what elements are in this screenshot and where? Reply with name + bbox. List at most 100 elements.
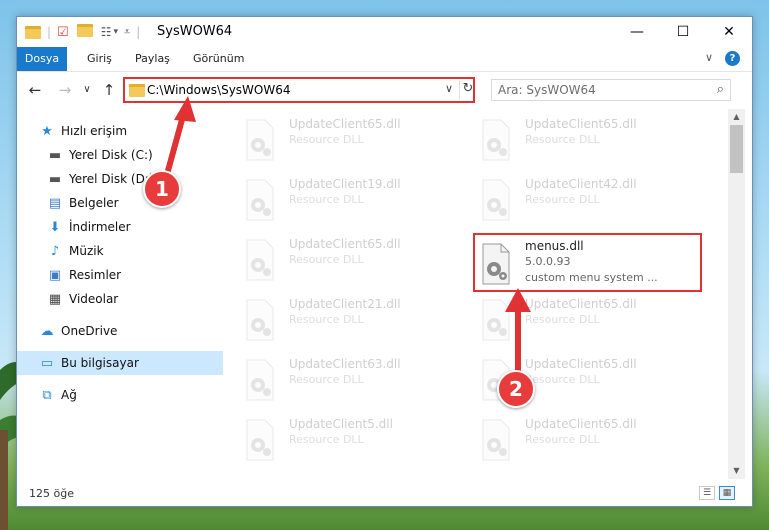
list-item[interactable]: UpdateClient65.dll Resource DLL <box>233 111 453 165</box>
status-bar: 125 öğe ☰ ▦ <box>17 481 752 506</box>
pictures-icon: ▣ <box>48 267 62 283</box>
forward-button[interactable]: → <box>55 81 75 99</box>
file-name: UpdateClient65.dll <box>525 417 637 431</box>
address-row: ← → ∨ ↑ C:\Windows\SysWOW64 ∨ ↻ Ara: Sys… <box>17 73 752 107</box>
file-description: Resource DLL <box>289 313 364 326</box>
window-title: SysWOW64 <box>157 24 233 39</box>
list-item[interactable]: UpdateClient65.dll Resource DLL <box>233 231 453 285</box>
help-icon[interactable]: ? <box>725 51 740 66</box>
folder-icon <box>25 25 41 39</box>
file-name: UpdateClient65.dll <box>525 357 637 371</box>
sidebar-item-documents[interactable]: ▤ Belgeler 📌 <box>17 191 241 215</box>
title-bar: | ☑ ☷ ▾ ⩡ | SysWOW64 — ☐ ✕ <box>17 17 752 47</box>
sidebar-item-label: İndirmeler <box>69 220 131 234</box>
file-description: Resource DLL <box>525 133 600 146</box>
dll-file-icon <box>482 419 510 461</box>
tab-dosya[interactable]: Dosya <box>17 47 67 71</box>
vertical-scrollbar[interactable]: ▲ ▼ <box>728 109 745 479</box>
customize-view-icon[interactable]: ☷ <box>101 25 112 39</box>
scroll-up-arrow-icon[interactable]: ▲ <box>728 109 745 125</box>
file-name: UpdateClient65.dll <box>289 237 401 251</box>
dropdown-arrow-icon[interactable]: ▾ <box>113 27 118 37</box>
address-history-chevron-icon[interactable]: ∨ <box>445 82 453 95</box>
large-icons-view-icon[interactable]: ▦ <box>719 486 735 500</box>
recent-locations-button[interactable]: ∨ <box>77 81 97 99</box>
sidebar-item-videos[interactable]: ▦ Videolar 📌 <box>17 287 241 311</box>
back-button[interactable]: ← <box>25 81 45 99</box>
file-name: UpdateClient5.dll <box>289 417 393 431</box>
sidebar-item-label: Müzik <box>69 244 104 258</box>
file-description: Resource DLL <box>289 253 364 266</box>
file-name: UpdateClient65.dll <box>289 117 401 131</box>
file-explorer-window: | ☑ ☷ ▾ ⩡ | SysWOW64 — ☐ ✕ Dosya Giriş P… <box>16 16 753 507</box>
list-item[interactable]: UpdateClient21.dll Resource DLL <box>233 291 453 345</box>
file-description: Resource DLL <box>525 313 600 326</box>
file-name: UpdateClient42.dll <box>525 177 637 191</box>
file-list: UpdateClient65.dll Resource DLL UpdateCl… <box>223 109 728 479</box>
scrollbar-thumb[interactable] <box>730 125 743 173</box>
toolbar-separator: | <box>47 25 52 39</box>
file-description: Resource DLL <box>525 193 600 206</box>
sidebar-item-quick-access[interactable]: ★ Hızlı erişim <box>17 119 233 143</box>
videos-icon: ▦ <box>48 291 62 307</box>
sidebar-item-downloads[interactable]: ⬇ İndirmeler 📌 <box>17 215 241 239</box>
folder-icon <box>129 84 145 97</box>
dll-file-icon <box>246 419 274 461</box>
list-item[interactable]: UpdateClient5.dll Resource DLL <box>233 411 453 465</box>
sidebar-item-label: Yerel Disk (C:) <box>69 148 153 162</box>
toolbar-separator: | <box>136 25 141 39</box>
up-button[interactable]: ↑ <box>99 81 119 99</box>
search-icon[interactable]: ⌕ <box>717 82 724 97</box>
item-count: 125 öğe <box>29 487 74 500</box>
sidebar-item-onedrive[interactable]: ☁ OneDrive <box>17 319 233 343</box>
file-description: Resource DLL <box>289 433 364 446</box>
search-input[interactable]: Ara: SysWOW64 ⌕ <box>491 79 731 101</box>
file-description: Resource DLL <box>289 373 364 386</box>
sidebar-item-music[interactable]: ♪ Müzik 📌 <box>17 239 241 263</box>
list-item[interactable]: UpdateClient65.dll Resource DLL <box>469 111 689 165</box>
step-1-badge: 1 <box>143 170 181 208</box>
minimize-button[interactable]: — <box>614 17 660 47</box>
list-item[interactable]: UpdateClient65.dll Resource DLL <box>469 411 689 465</box>
file-description: Resource DLL <box>289 133 364 146</box>
details-view-icon[interactable]: ☰ <box>699 486 715 500</box>
file-name: UpdateClient63.dll <box>289 357 401 371</box>
tab-paylas[interactable]: Paylaş <box>125 47 180 71</box>
address-bar[interactable]: C:\Windows\SysWOW64 ∨ ↻ <box>123 77 475 103</box>
toolbar-menu-icon[interactable]: ⩡ <box>124 25 130 39</box>
menus-dll-highlight-box <box>473 233 702 292</box>
file-description: Resource DLL <box>525 373 600 386</box>
sidebar-item-label: Yerel Disk (D:) <box>69 172 154 186</box>
refresh-button[interactable]: ↻ <box>459 81 476 99</box>
sidebar-item-network[interactable]: ⧉ Ağ <box>17 383 233 407</box>
computer-icon: ▭ <box>40 355 54 371</box>
list-item[interactable]: UpdateClient19.dll Resource DLL <box>233 171 453 225</box>
file-description: Resource DLL <box>525 433 600 446</box>
sidebar-item-this-pc[interactable]: ▭ Bu bilgisayar <box>17 351 233 375</box>
list-item[interactable]: UpdateClient63.dll Resource DLL <box>233 351 453 405</box>
sidebar-item-label: Resimler <box>69 268 122 282</box>
address-path[interactable]: C:\Windows\SysWOW64 <box>147 83 291 97</box>
list-item[interactable]: UpdateClient42.dll Resource DLL <box>469 171 689 225</box>
file-name: UpdateClient19.dll <box>289 177 401 191</box>
properties-icon[interactable]: ☑ <box>57 25 69 40</box>
network-icon: ⧉ <box>42 387 52 403</box>
tab-gorunum[interactable]: Görünüm <box>183 47 254 71</box>
list-item[interactable]: UpdateClient65.dll Resource DLL <box>469 291 689 345</box>
tab-giris[interactable]: Giriş <box>77 47 122 71</box>
drive-icon: ▬ <box>48 147 62 163</box>
maximize-button[interactable]: ☐ <box>660 17 706 47</box>
sidebar-item-label: Bu bilgisayar <box>61 356 139 370</box>
sidebar-item-local-disk-d[interactable]: ▬ Yerel Disk (D:) 📌 <box>17 167 241 191</box>
sidebar-item-pictures[interactable]: ▣ Resimler 📌 <box>17 263 241 287</box>
dll-file-icon <box>482 179 510 221</box>
star-icon: ★ <box>41 123 53 139</box>
scroll-down-arrow-icon[interactable]: ▼ <box>728 463 745 479</box>
file-name: UpdateClient65.dll <box>525 297 637 311</box>
close-button[interactable]: ✕ <box>706 17 752 47</box>
file-description: Resource DLL <box>289 193 364 206</box>
sidebar-item-local-disk-c[interactable]: ▬ Yerel Disk (C:) 📌 <box>17 143 241 167</box>
dll-file-icon <box>482 119 510 161</box>
expand-ribbon-icon[interactable]: ∨ <box>705 51 713 64</box>
new-folder-icon[interactable] <box>76 24 93 37</box>
